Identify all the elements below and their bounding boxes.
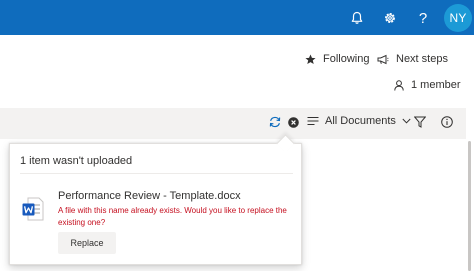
callout-divider <box>20 173 293 174</box>
filter-icon <box>414 116 426 128</box>
word-document-icon <box>22 197 44 221</box>
scrollbar-thumb[interactable] <box>468 141 471 271</box>
chevron-down-icon <box>402 118 411 124</box>
next-steps-button[interactable]: Next steps <box>377 53 448 65</box>
user-avatar[interactable]: NY <box>444 4 472 32</box>
upload-error-callout: 1 item wasn't uploaded Performance Revie… <box>9 143 302 265</box>
next-steps-label: Next steps <box>396 53 448 65</box>
suite-header: ? NY <box>0 0 474 35</box>
view-selector[interactable]: All Documents <box>307 115 411 127</box>
star-icon <box>305 54 316 64</box>
bell-icon <box>351 11 363 24</box>
info-icon <box>441 116 453 128</box>
file-error-message: A file with this name already exists. Wo… <box>58 206 287 227</box>
following-button[interactable]: Following <box>305 53 369 65</box>
notifications-button[interactable] <box>343 4 371 32</box>
replace-button[interactable]: Replace <box>58 232 116 254</box>
sync-icon <box>269 116 281 128</box>
upload-error-icon <box>288 117 299 128</box>
members-label: 1 member <box>411 79 461 91</box>
members-button[interactable]: 1 member <box>394 79 461 91</box>
megaphone-icon <box>377 54 389 64</box>
upload-error-button[interactable] <box>288 117 299 128</box>
sync-button[interactable] <box>268 115 282 129</box>
view-list-icon <box>307 116 319 126</box>
details-pane-button[interactable] <box>441 116 453 128</box>
callout-title: 1 item wasn't uploaded <box>20 155 133 167</box>
help-icon: ? <box>418 9 428 27</box>
filter-button[interactable] <box>414 116 426 128</box>
file-name: Performance Review - Template.docx <box>58 190 241 202</box>
gear-icon <box>385 13 395 23</box>
help-button[interactable]: ? <box>409 4 437 32</box>
view-selector-label: All Documents <box>325 115 396 127</box>
following-label: Following <box>323 53 370 65</box>
settings-button[interactable] <box>376 4 404 32</box>
person-icon <box>394 79 404 91</box>
